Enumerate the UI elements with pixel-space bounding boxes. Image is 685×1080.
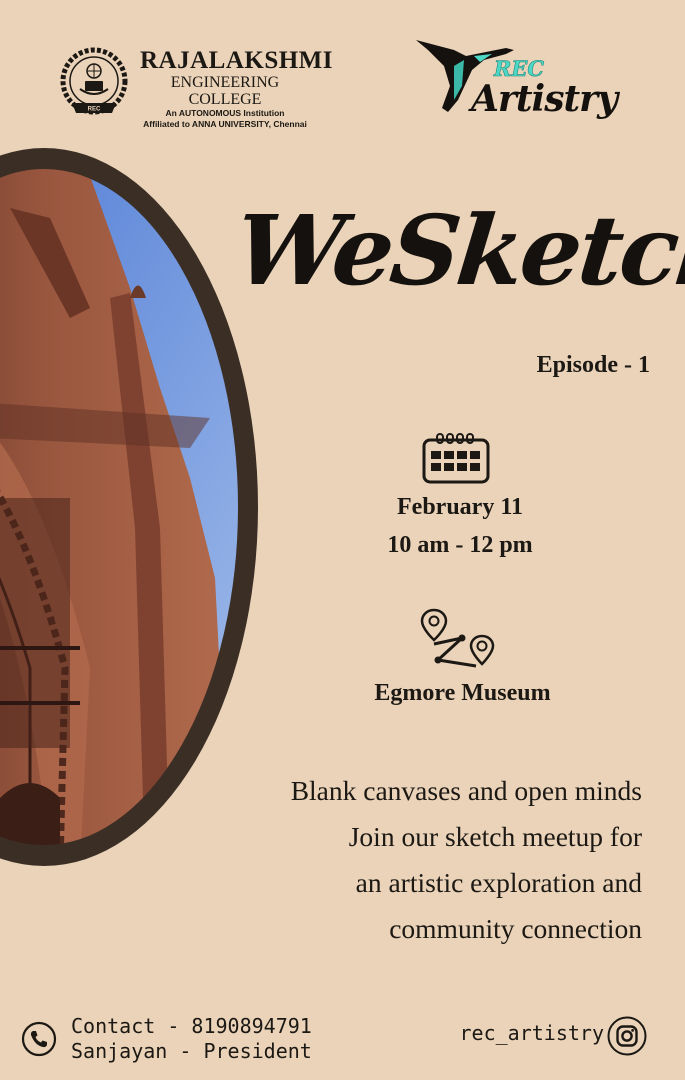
event-title-text: WeSketch <box>230 194 685 307</box>
instagram-handle: rec_artistry <box>459 1021 605 1045</box>
college-subtitle: ENGINEERING COLLEGE <box>170 74 280 108</box>
college-emblem-icon: REC <box>60 47 128 115</box>
event-venue: Egmore Museum <box>374 680 551 706</box>
club-logo-main: Artistry <box>468 78 620 120</box>
contact-number: Contact - 8190894791 <box>71 1014 312 1038</box>
emblem-text: REC <box>88 107 101 113</box>
description-line: Join our sketch meetup for <box>348 821 642 852</box>
description-line: Blank canvases and open minds <box>290 775 642 806</box>
college-name-block: RAJALAKSHMI ENGINEERING COLLEGE An AUTON… <box>140 47 334 130</box>
calendar-icon <box>422 433 490 484</box>
museum-arch-photo <box>0 148 258 866</box>
event-description: Blank canvases and open minds Join our s… <box>170 768 642 952</box>
description-line: community connection <box>389 913 642 944</box>
contact-name: Sanjayan - President <box>71 1039 312 1063</box>
event-poster: REC RAJALAKSHMI ENGINEERING COLLEGE An A… <box>0 0 685 1080</box>
instagram-icon <box>607 1016 647 1056</box>
college-status: An AUTONOMOUS Institution <box>165 108 285 118</box>
phone-icon <box>21 1021 57 1057</box>
location-route-icon <box>420 608 495 668</box>
contact-info: Contact - 8190894791 Sanjayan - Presiden… <box>71 1014 312 1064</box>
event-datetime: February 11 10 am - 12 pm <box>330 488 590 564</box>
club-logo: REC Artistry <box>416 40 621 120</box>
event-date: February 11 <box>397 494 523 520</box>
event-time: 10 am - 12 pm <box>387 532 533 558</box>
episode-label: Episode - 1 <box>536 352 650 378</box>
event-title: WeSketch <box>230 178 685 338</box>
college-affiliation: Affiliated to ANNA UNIVERSITY, Chennai <box>143 119 307 129</box>
college-name: RAJALAKSHMI <box>140 47 334 74</box>
description-line: an artistic exploration and <box>355 867 642 898</box>
